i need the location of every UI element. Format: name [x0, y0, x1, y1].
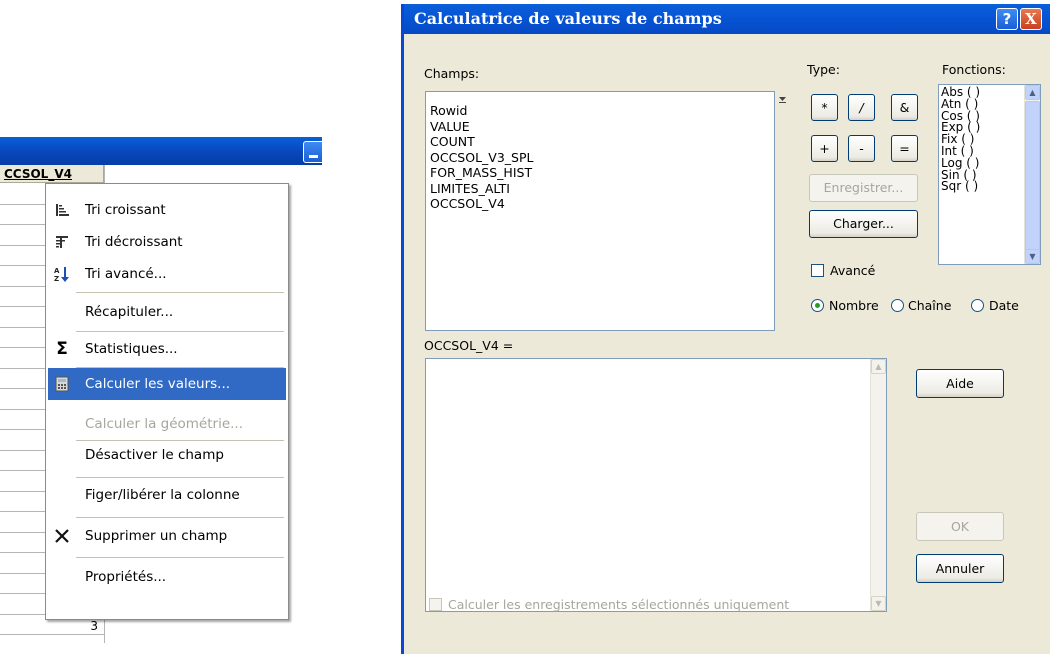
type-number-label: Nombre: [829, 298, 879, 313]
functions-scrollbar[interactable]: ▲ ▼: [1024, 85, 1040, 264]
menu-item-label: Désactiver le champ: [85, 447, 224, 463]
delete-x-icon: [54, 528, 70, 544]
type-label: Type:: [807, 62, 840, 77]
advanced-label: Avancé: [830, 263, 876, 278]
scroll-up-icon[interactable]: ▲: [1025, 85, 1040, 100]
table-cell: 3: [90, 619, 98, 633]
menu-item-label: Figer/libérer la colonne: [85, 487, 240, 503]
field-item[interactable]: OCCSOL_V4: [426, 196, 774, 212]
expression-label: OCCSOL_V4 =: [424, 338, 514, 353]
menu-item-label: Propriétés...: [85, 569, 167, 585]
field-item[interactable]: VALUE: [426, 119, 774, 135]
svg-text:Z: Z: [54, 275, 59, 282]
menu-item-delete-field[interactable]: Supprimer un champ: [48, 520, 286, 552]
operator-equals-button[interactable]: =: [891, 135, 918, 162]
cancel-button[interactable]: Annuler: [916, 554, 1004, 583]
ok-button: OK: [916, 512, 1004, 541]
menu-item-label: Calculer les valeurs...: [85, 376, 231, 392]
operator-concat-button[interactable]: &: [891, 94, 918, 121]
expression-scrollbar[interactable]: ▲ ▼: [870, 359, 886, 611]
field-item[interactable]: FOR_MASS_HIST: [426, 165, 774, 181]
menu-item-sort-ascending[interactable]: Tri croissant: [48, 194, 286, 226]
type-date-label: Date: [989, 298, 1019, 313]
selected-only-checkbox: [429, 598, 442, 611]
field-item[interactable]: OCCSOL_V3_SPL: [426, 150, 774, 166]
functions-list[interactable]: Abs ( ) Atn ( ) Cos ( ) Exp ( ) Fix ( ) …: [938, 84, 1041, 265]
menu-item-advanced-sort[interactable]: AZ Tri avancé...: [48, 258, 286, 290]
sort-descending-icon: [54, 234, 70, 250]
help-button[interactable]: Aide: [916, 369, 1004, 398]
menu-item-label: Calculer la géométrie...: [85, 416, 244, 432]
menu-item-calculate-values[interactable]: Calculer les valeurs...: [48, 368, 286, 400]
menu-separator: [76, 331, 284, 332]
sort-ascending-icon: [54, 202, 70, 218]
field-item[interactable]: COUNT: [426, 134, 774, 150]
type-string-label: Chaîne: [908, 298, 952, 313]
menu-item-label: Tri décroissant: [85, 234, 183, 250]
scroll-down-icon[interactable]: ▼: [1025, 249, 1040, 264]
fields-list[interactable]: Rowid VALUE COUNT OCCSOL_V3_SPL FOR_MASS…: [425, 91, 775, 331]
menu-item-label: Supprimer un champ: [85, 528, 228, 544]
minimize-button[interactable]: [303, 141, 322, 163]
help-question-button[interactable]: ?: [996, 8, 1018, 30]
type-number-radio[interactable]: [811, 299, 824, 312]
menu-separator: [76, 477, 284, 478]
load-button[interactable]: Charger...: [809, 210, 918, 238]
scroll-down-icon[interactable]: ▼: [871, 596, 886, 611]
menu-item-calculate-geometry: Calculer la géométrie...: [48, 408, 286, 440]
fields-label: Champs:: [424, 66, 480, 81]
menu-item-label: Tri avancé...: [85, 266, 167, 282]
field-calculator-dialog: Calculatrice de valeurs de champs ? X Ch…: [401, 4, 1050, 654]
menu-item-properties[interactable]: Propriétés...: [48, 561, 286, 593]
sigma-icon: Σ: [56, 339, 68, 359]
menu-item-sort-descending[interactable]: Tri décroissant: [48, 226, 286, 258]
dialog-title-bar: Calculatrice de valeurs de champs ? X: [404, 4, 1050, 34]
menu-separator: [76, 292, 284, 293]
close-button[interactable]: X: [1020, 8, 1042, 30]
operator-minus-button[interactable]: -: [848, 135, 875, 162]
menu-item-statistics[interactable]: Σ Statistiques...: [48, 333, 286, 365]
menu-item-label: Statistiques...: [85, 341, 178, 357]
menu-item-label: Tri croissant: [85, 202, 166, 218]
menu-item-summarize[interactable]: Récapituler...: [48, 296, 286, 328]
table-title-bar: [0, 137, 322, 165]
menu-item-label: Récapituler...: [85, 304, 174, 320]
advanced-checkbox[interactable]: [811, 264, 824, 277]
menu-separator: [76, 557, 284, 558]
calculator-icon: [54, 376, 70, 392]
functions-label: Fonctions:: [942, 62, 1006, 77]
svg-text:A: A: [54, 267, 60, 275]
selected-only-label: Calculer les enregistrements sélectionné…: [448, 597, 790, 612]
menu-item-freeze-column[interactable]: Figer/libérer la colonne: [48, 479, 286, 511]
save-button: Enregistrer...: [809, 174, 918, 202]
column-header[interactable]: CCSOL_V4: [0, 165, 104, 183]
type-string-radio[interactable]: [891, 299, 904, 312]
dialog-title: Calculatrice de valeurs de champs: [414, 9, 722, 28]
scroll-up-icon[interactable]: ▲: [871, 359, 886, 374]
scrollbar-thumb[interactable]: [1025, 101, 1040, 251]
operator-divide-button[interactable]: /: [848, 94, 875, 121]
type-date-radio[interactable]: [971, 299, 984, 312]
sort-az-icon: AZ: [54, 266, 70, 283]
menu-separator: [76, 517, 284, 518]
context-menu: Tri croissant Tri décroissant AZ Tri ava…: [45, 183, 289, 620]
expression-input[interactable]: ▲ ▼: [425, 358, 887, 612]
field-item[interactable]: LIMITES_ALTI: [426, 181, 774, 197]
fields-dropdown-icon[interactable]: [778, 93, 787, 103]
menu-item-disable-field[interactable]: Désactiver le champ: [48, 439, 286, 471]
operator-plus-button[interactable]: +: [811, 135, 838, 162]
operator-multiply-button[interactable]: *: [811, 94, 838, 121]
field-item[interactable]: Rowid: [426, 103, 774, 119]
